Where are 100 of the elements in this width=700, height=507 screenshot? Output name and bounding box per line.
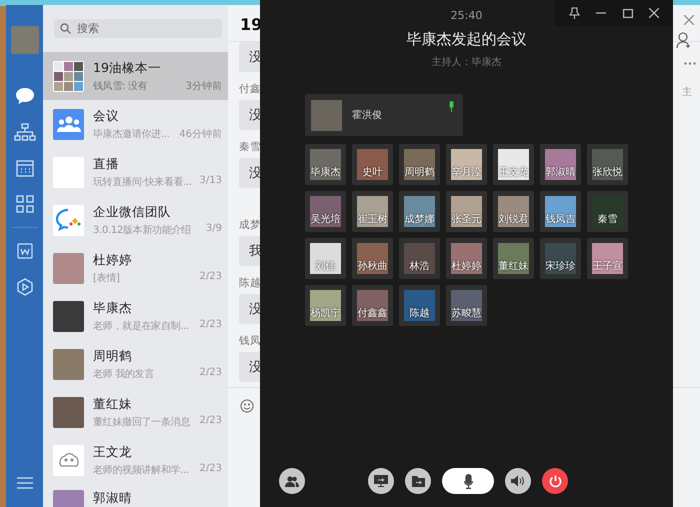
group-avatar xyxy=(53,60,84,92)
participant-tile[interactable]: 吴光培 xyxy=(305,191,346,232)
chat-list-item[interactable]: 杜婷婷 [表情] 2/23 xyxy=(43,244,228,292)
maximize-icon[interactable] xyxy=(622,8,633,18)
chat-list-item[interactable]: 毕康杰 老师，就是在家自制... 2/23 xyxy=(43,292,228,340)
chat-name: 19油橡本一 xyxy=(93,60,162,76)
search-icon xyxy=(60,23,71,34)
photo-placeholder xyxy=(53,300,84,332)
participant-name: 张欣悦 xyxy=(592,167,622,179)
speaker-button[interactable] xyxy=(505,468,531,494)
more-icon[interactable] xyxy=(684,62,696,65)
folder-icon xyxy=(412,476,424,486)
message-time: 2/23 xyxy=(200,414,222,428)
participant-tile[interactable]: 毕康杰 xyxy=(305,144,346,185)
message-time: 3分钟前 xyxy=(186,80,222,92)
search-field[interactable]: 搜索 xyxy=(54,19,222,38)
message-preview: 钱凤雪: 没有 xyxy=(93,80,148,92)
sender-name: 成梦 xyxy=(239,218,261,232)
chat-name: 会议 xyxy=(93,108,120,124)
chat-list-item[interactable]: 直播 玩转直播间·快来看看... 3/13 xyxy=(43,148,228,196)
message-time: 3/9 xyxy=(206,222,222,236)
participant-name: 崔玉树 xyxy=(358,214,388,226)
participant-tile[interactable]: 董红妹 xyxy=(493,238,534,279)
monitor-icon xyxy=(374,475,388,487)
participant-tile[interactable]: 郭淑晴 xyxy=(540,144,581,185)
message-time: 2/23 xyxy=(200,318,222,332)
meeting-title: 毕康杰发起的会议 xyxy=(406,30,526,49)
participant-tile[interactable]: 孙秋曲 xyxy=(352,238,393,279)
meeting-timer: 25:40 xyxy=(450,9,482,22)
people-icon xyxy=(53,108,84,140)
participant-name: 成梦娜 xyxy=(404,214,434,226)
share-file-button[interactable] xyxy=(405,468,431,494)
chat-list-item[interactable]: 董红妹 董红妹撤回了一条消息 2/23 xyxy=(43,388,228,436)
microphone-icon xyxy=(464,474,472,488)
message-preview: 毕康杰邀请你进... xyxy=(93,128,170,140)
participant-name: 刘锐君 xyxy=(498,214,528,226)
photo-placeholder xyxy=(53,396,84,428)
participant-tile[interactable]: 王文龙 xyxy=(493,144,534,185)
sender-name: 付鑫 xyxy=(239,82,261,96)
members-button[interactable] xyxy=(279,468,305,494)
pin-icon[interactable] xyxy=(569,7,580,19)
participant-tile[interactable]: 陈越 xyxy=(399,285,440,326)
message-time: 3/13 xyxy=(200,174,222,188)
close-icon[interactable] xyxy=(648,8,659,18)
chat-name: 王文龙 xyxy=(93,444,133,460)
participant-name: 周明鹤 xyxy=(404,167,434,179)
photo-placeholder xyxy=(311,100,342,130)
chat-name: 毕康杰 xyxy=(93,300,133,316)
participant-name: 苏畯慧 xyxy=(452,308,482,320)
emoji-icon[interactable] xyxy=(240,399,254,413)
message-preview: 老师的视频讲解和学... xyxy=(93,464,189,476)
menu-icon[interactable] xyxy=(16,477,32,489)
chat-name: 周明鹤 xyxy=(93,348,133,364)
participant-tile[interactable]: 宋珍珍 xyxy=(540,238,581,279)
chat-name: 杜婷婷 xyxy=(93,252,133,268)
chat-list-item[interactable]: 企业微信团队 3.0.12版本新功能介绍 3/9 xyxy=(43,196,228,244)
chat-list-item[interactable]: 王文龙 老师的视频讲解和学... 2/23 xyxy=(43,436,228,484)
participant-tile[interactable]: 刘佳 xyxy=(305,238,346,279)
share-screen-button[interactable] xyxy=(368,468,394,494)
chat-name: 郭淑晴 xyxy=(93,490,133,506)
participant-name: 毕康杰 xyxy=(310,167,340,179)
participant-tile[interactable]: 杜婷婷 xyxy=(446,238,487,279)
participant-name: 杨凯宁 xyxy=(310,308,340,320)
message-time: 2/23 xyxy=(200,462,222,476)
chat-list-item[interactable]: 19油橡本一 钱凤雪: 没有 3分钟前 xyxy=(43,52,228,100)
participant-name: 秦雪 xyxy=(598,214,618,226)
participant-tile[interactable]: 秦雪 xyxy=(587,191,628,232)
chat-list-item[interactable]: 郭淑晴 xyxy=(43,484,228,507)
participant-name: 陈越 xyxy=(410,308,430,320)
message-preview: 3.0.12版本新功能介绍 xyxy=(93,224,191,236)
participant-tile[interactable]: 刘锐君 xyxy=(493,191,534,232)
hang-up-button[interactable] xyxy=(542,468,568,494)
participant-tile[interactable]: 苏畯慧 xyxy=(446,285,487,326)
power-icon xyxy=(548,474,562,488)
participant-name: 董红妹 xyxy=(498,261,528,273)
participant-tile[interactable]: 张欣悦 xyxy=(587,144,628,185)
people-icon xyxy=(285,476,299,486)
participant-name: 孙秋曲 xyxy=(358,261,388,273)
photo-placeholder xyxy=(53,252,84,284)
chat-name: 企业微信团队 xyxy=(93,204,172,220)
add-person-icon[interactable] xyxy=(676,32,692,49)
message-preview: 老师 我的发言 xyxy=(93,368,154,380)
participant-name: 辛月滢 xyxy=(452,167,482,179)
participant-tile[interactable]: 林浩 xyxy=(399,238,440,279)
cartoon-avatar xyxy=(53,444,84,476)
participant-tile[interactable]: 付鑫鑫 xyxy=(352,285,393,326)
chat-bubbles-icon xyxy=(53,204,84,236)
participant-name: 郭淑晴 xyxy=(546,167,576,179)
message-time: 2/23 xyxy=(200,366,222,380)
participant-name: 刘佳 xyxy=(316,261,336,273)
chat-list-item[interactable]: 会议 毕康杰邀请你进... 46分钟前 xyxy=(43,100,228,148)
message-preview: [表情] xyxy=(93,272,120,284)
message-preview: 玩转直播间·快来看看... xyxy=(93,176,192,188)
participant-tile[interactable]: 史叶 xyxy=(352,144,393,185)
participant-name: 杜婷婷 xyxy=(452,261,482,273)
participant-tile[interactable]: 周明鹤 xyxy=(399,144,440,185)
microphone-button[interactable] xyxy=(442,468,494,494)
participant-tile[interactable]: 成梦娜 xyxy=(399,191,440,232)
participant-name: 王子宣 xyxy=(592,261,622,273)
chat-list-item[interactable]: 周明鹤 老师 我的发言 2/23 xyxy=(43,340,228,388)
